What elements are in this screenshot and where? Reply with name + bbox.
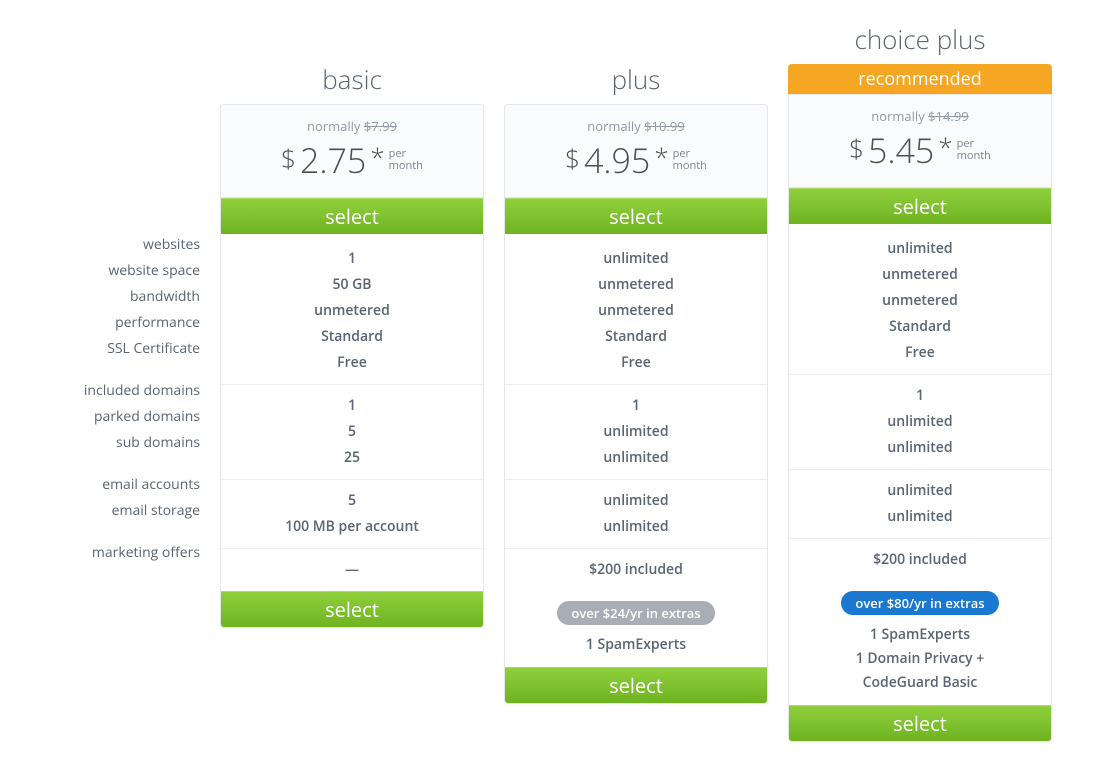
plan-title-plus: plus xyxy=(504,64,768,104)
plan-plus: plus normally $10.99 $ 4.95 * permonth s… xyxy=(504,24,768,742)
extra-item: 1 SpamExperts xyxy=(515,633,757,657)
val-performance: Standard xyxy=(789,314,1051,340)
val-websites: 1 xyxy=(221,246,483,272)
val-sub-domains: unlimited xyxy=(505,445,767,471)
plan-title-basic: basic xyxy=(220,64,484,104)
price-block: normally $7.99 $ 2.75 * permonth xyxy=(221,105,483,198)
label-parked-domains: parked domains xyxy=(40,404,212,430)
plan-title-choice-plus: choice plus xyxy=(788,24,1052,64)
label-included-domains: included domains xyxy=(40,378,212,404)
plan-card-choice-plus: normally $14.99 $ 5.45 * permonth select… xyxy=(788,94,1052,742)
label-website-space: website space xyxy=(40,258,212,284)
select-button-top[interactable]: select xyxy=(789,188,1051,224)
val-parked-domains: 5 xyxy=(221,419,483,445)
val-email-accounts: unlimited xyxy=(505,488,767,514)
plan-card-plus: normally $10.99 $ 4.95 * permonth select… xyxy=(504,104,768,704)
val-bandwidth: unmetered xyxy=(789,288,1051,314)
per-month: permonth xyxy=(957,138,991,162)
val-marketing: $200 included xyxy=(505,557,767,583)
asterisk-icon: * xyxy=(654,139,668,175)
price-line: $ 5.45 * permonth xyxy=(799,127,1041,173)
select-button-bottom[interactable]: select xyxy=(221,591,483,627)
currency-symbol: $ xyxy=(849,130,864,166)
val-website-space: unmetered xyxy=(789,262,1051,288)
val-ssl: Free xyxy=(221,350,483,376)
features-basic: 1 50 GB unmetered Standard Free 1 5 25 5… xyxy=(221,234,483,591)
val-parked-domains: unlimited xyxy=(505,419,767,445)
val-ssl: Free xyxy=(505,350,767,376)
price-amount: 5.45 xyxy=(868,127,934,173)
extra-item: CodeGuard Basic xyxy=(799,671,1041,695)
val-email-storage: unlimited xyxy=(789,504,1051,530)
plans-row: basic normally $7.99 $ 2.75 * permonth s… xyxy=(212,24,1076,742)
asterisk-icon: * xyxy=(370,139,384,175)
plan-basic: basic normally $7.99 $ 2.75 * permonth s… xyxy=(220,24,484,742)
price-block: normally $14.99 $ 5.45 * permonth xyxy=(789,95,1051,188)
label-performance: performance xyxy=(40,310,212,336)
per-month: permonth xyxy=(673,148,707,172)
normal-price: normally $10.99 xyxy=(515,117,757,135)
val-included-domains: 1 xyxy=(789,383,1051,409)
asterisk-icon: * xyxy=(938,129,952,165)
val-website-space: 50 GB xyxy=(221,272,483,298)
features-choice-plus: unlimited unmetered unmetered Standard F… xyxy=(789,224,1051,581)
val-marketing: — xyxy=(221,557,483,583)
price-amount: 2.75 xyxy=(300,137,366,183)
feature-labels: websites website space bandwidth perform… xyxy=(40,24,212,574)
per-month: permonth xyxy=(389,148,423,172)
val-parked-domains: unlimited xyxy=(789,409,1051,435)
price-block: normally $10.99 $ 4.95 * permonth xyxy=(505,105,767,198)
pricing-table: websites website space bandwidth perform… xyxy=(0,0,1116,742)
select-button-bottom[interactable]: select xyxy=(505,667,767,703)
val-sub-domains: 25 xyxy=(221,445,483,471)
val-performance: Standard xyxy=(221,324,483,350)
select-button-top[interactable]: select xyxy=(505,198,767,234)
val-email-accounts: unlimited xyxy=(789,478,1051,504)
val-performance: Standard xyxy=(505,324,767,350)
extra-item: 1 Domain Privacy + xyxy=(799,647,1041,671)
val-websites: unlimited xyxy=(505,246,767,272)
select-button-bottom[interactable]: select xyxy=(789,705,1051,741)
extras-list: 1 SpamExperts xyxy=(505,633,767,667)
price-amount: 4.95 xyxy=(584,137,650,183)
normal-price: normally $14.99 xyxy=(799,107,1041,125)
val-bandwidth: unmetered xyxy=(505,298,767,324)
label-email-accounts: email accounts xyxy=(40,472,212,498)
extra-item: 1 SpamExperts xyxy=(799,623,1041,647)
val-websites: unlimited xyxy=(789,236,1051,262)
label-sub-domains: sub domains xyxy=(40,430,212,456)
label-marketing-offers: marketing offers xyxy=(40,540,212,566)
val-marketing: $200 included xyxy=(789,547,1051,573)
val-email-accounts: 5 xyxy=(221,488,483,514)
val-sub-domains: unlimited xyxy=(789,435,1051,461)
currency-symbol: $ xyxy=(281,140,296,176)
val-bandwidth: unmetered xyxy=(221,298,483,324)
val-included-domains: 1 xyxy=(505,393,767,419)
val-included-domains: 1 xyxy=(221,393,483,419)
features-plus: unlimited unmetered unmetered Standard F… xyxy=(505,234,767,591)
label-ssl: SSL Certificate xyxy=(40,336,212,362)
extras-pill: over $24/yr in extras xyxy=(557,601,714,625)
price-line: $ 2.75 * permonth xyxy=(231,137,473,183)
extras-pill: over $80/yr in extras xyxy=(841,591,998,615)
label-bandwidth: bandwidth xyxy=(40,284,212,310)
val-email-storage: 100 MB per account xyxy=(221,514,483,540)
select-button-top[interactable]: select xyxy=(221,198,483,234)
val-ssl: Free xyxy=(789,340,1051,366)
val-website-space: unmetered xyxy=(505,272,767,298)
price-line: $ 4.95 * permonth xyxy=(515,137,757,183)
recommended-badge: recommended xyxy=(788,64,1052,94)
plan-card-basic: normally $7.99 $ 2.75 * permonth select … xyxy=(220,104,484,628)
val-email-storage: unlimited xyxy=(505,514,767,540)
normal-price: normally $7.99 xyxy=(231,117,473,135)
extras-list: 1 SpamExperts 1 Domain Privacy + CodeGua… xyxy=(789,623,1051,705)
label-websites: websites xyxy=(40,232,212,258)
currency-symbol: $ xyxy=(565,140,580,176)
label-email-storage: email storage xyxy=(40,498,212,524)
plan-choice-plus: choice plus recommended normally $14.99 … xyxy=(788,24,1052,742)
